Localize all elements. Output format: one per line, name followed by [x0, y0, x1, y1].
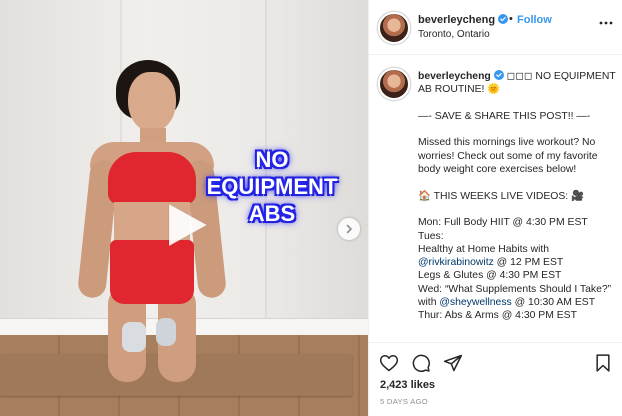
mention-link[interactable]: @rivkirabinowitz	[418, 257, 494, 268]
caption-line: Thur: Abs & Arms @ 4:30 PM EST	[418, 310, 577, 322]
username-link[interactable]: beverleycheng	[418, 14, 509, 26]
more-options-icon[interactable]	[599, 16, 613, 30]
face	[128, 72, 176, 132]
post-header: beverleycheng • Follow Toronto, Ontario	[369, 0, 622, 55]
caption-blank-line	[418, 123, 616, 136]
caption-area: beverleycheng ◻◻◻ NO EQUIPMENT AB ROUTIN…	[369, 56, 622, 342]
post-media[interactable]: NO EQUIPMENT ABS	[0, 0, 368, 416]
post-timestamp[interactable]: 5 DAYS AGO	[380, 397, 428, 406]
post-actions: 2,423 likes 5 DAYS AGO	[369, 342, 622, 416]
location-link[interactable]: Toronto, Ontario	[418, 29, 490, 40]
overlay-line: NO	[255, 147, 289, 172]
avatar[interactable]	[378, 68, 410, 100]
caption-line: Legs & Glutes @ 4:30 PM EST	[418, 270, 562, 282]
caption-blank-line	[418, 176, 616, 189]
comment-icon[interactable]	[411, 353, 431, 373]
caption-username[interactable]: beverleycheng	[418, 71, 491, 82]
post-side-panel: beverleycheng • Follow Toronto, Ontario …	[368, 0, 622, 416]
likes-count[interactable]: 2,423 likes	[380, 379, 435, 391]
verified-badge-icon	[498, 14, 509, 24]
bookmark-icon[interactable]	[593, 353, 613, 373]
avatar[interactable]	[378, 12, 410, 44]
caption-line: Healthy at Home Habits with	[418, 243, 550, 255]
chevron-right-icon[interactable]	[338, 218, 360, 240]
caption-blank-line	[418, 203, 616, 216]
caption-line: Mon: Full Body HIIT @ 4:30 PM EST	[418, 217, 588, 229]
video-title-overlay: NO EQUIPMENT ABS	[200, 146, 344, 227]
sneaker	[156, 318, 176, 346]
caption-blank-line	[418, 97, 616, 110]
caption-line: 🏠 THIS WEEKS LIVE VIDEOS: 🎥	[418, 190, 584, 202]
separator-dot: •	[509, 13, 513, 25]
sneaker	[122, 322, 146, 352]
caption-line: Missed this mornings live workout? No wo…	[418, 137, 598, 176]
share-icon[interactable]	[443, 353, 463, 373]
caption-line: —- SAVE & SHARE THIS POST!! —-	[418, 110, 591, 122]
mention-link[interactable]: @sheywellness	[439, 297, 511, 308]
username-text[interactable]: beverleycheng	[418, 14, 495, 26]
overlay-line: EQUIPMENT	[206, 174, 338, 199]
follow-button[interactable]: Follow	[517, 14, 552, 26]
overlay-line: ABS	[248, 201, 296, 226]
play-icon[interactable]	[163, 200, 211, 250]
caption-line: Tues:	[418, 230, 444, 242]
verified-badge-icon	[493, 70, 504, 80]
red-sports-bra	[108, 152, 196, 204]
post-caption: beverleycheng ◻◻◻ NO EQUIPMENT AB ROUTIN…	[418, 70, 616, 323]
heart-icon[interactable]	[379, 353, 399, 373]
caption-line: @ 10:30 AM EST	[511, 297, 596, 309]
caption-line: @ 12 PM EST	[493, 257, 564, 269]
